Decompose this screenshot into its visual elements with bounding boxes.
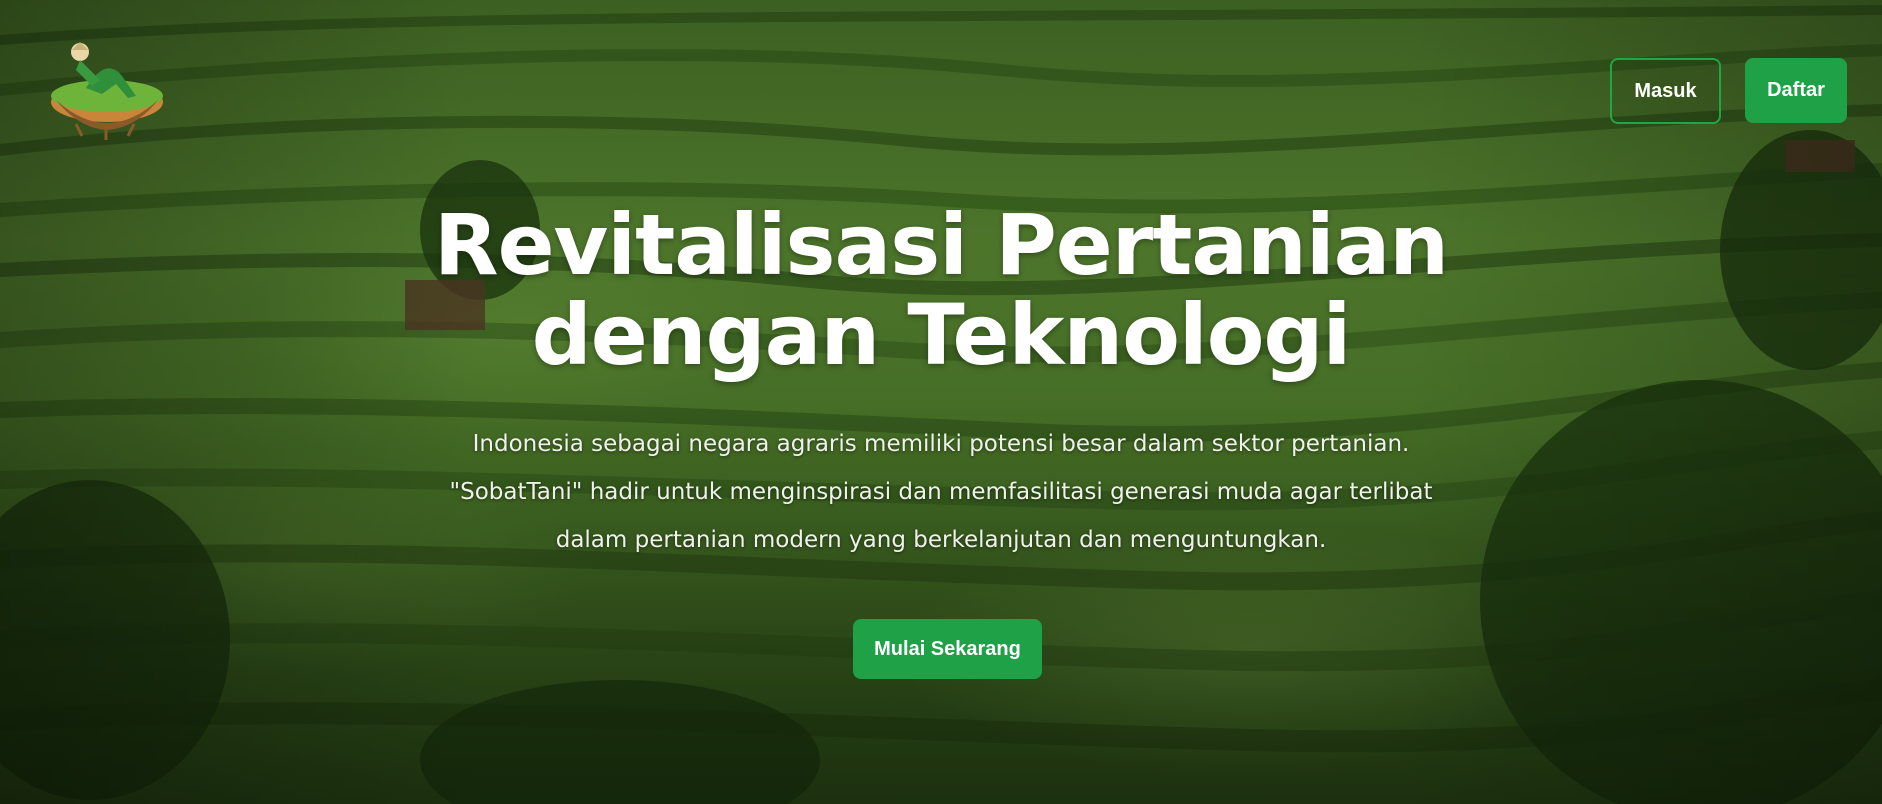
hero-title-line-2: dengan Teknologi <box>531 286 1352 384</box>
register-button[interactable]: Daftar <box>1745 58 1847 123</box>
hero-description: Indonesia sebagai negara agraris memilik… <box>449 431 1433 553</box>
hero-title: Revitalisasi Pertanian dengan Teknologi <box>0 200 1882 380</box>
farmer-logo-icon[interactable] <box>46 36 168 140</box>
hero-title-line-1: Revitalisasi Pertanian <box>433 196 1449 294</box>
get-started-button[interactable]: Mulai Sekarang <box>853 619 1042 679</box>
login-button[interactable]: Masuk <box>1610 58 1721 124</box>
background-overlay <box>0 0 1882 804</box>
hero-section: Masuk Daftar Revitalisasi Pertanian deng… <box>0 0 1882 804</box>
